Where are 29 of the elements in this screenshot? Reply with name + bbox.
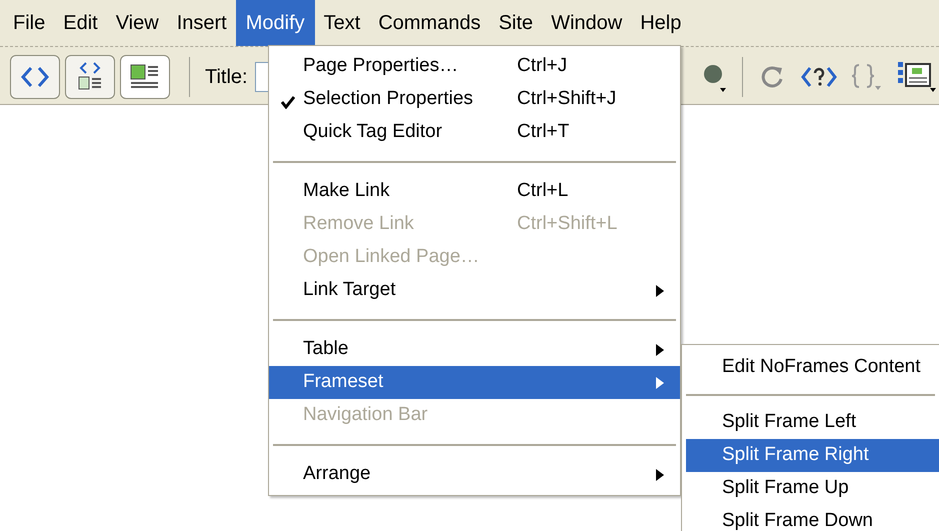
- menu-item[interactable]: Quick Tag Editor Ctrl+T: [269, 116, 680, 149]
- submenu-item[interactable]: Split Frame Right: [686, 439, 939, 472]
- menu-bar-item[interactable]: View: [106, 0, 168, 46]
- split-view-button[interactable]: [65, 54, 115, 98]
- menu-item[interactable]: Page Properties… Ctrl+J: [269, 50, 680, 83]
- menu-bar-item[interactable]: Edit: [54, 0, 107, 46]
- menu-item[interactable]: Link Target: [269, 274, 680, 307]
- menu-item[interactable]: Arrange: [269, 458, 680, 491]
- submenu-item[interactable]: Split Frame Left: [686, 406, 939, 439]
- menu-item[interactable]: Frameset: [269, 366, 680, 399]
- menu-bar-item[interactable]: Help: [631, 0, 690, 46]
- title-label: Title:: [205, 64, 248, 90]
- menu-item[interactable]: Make Link Ctrl+L: [269, 175, 680, 208]
- code-tags-icon: [20, 64, 50, 88]
- submenu-item[interactable]: Edit NoFrames Content: [686, 351, 939, 384]
- table-layout-dropdown-icon[interactable]: [897, 60, 937, 94]
- menu-item[interactable]: Table: [269, 333, 680, 366]
- menu-bar-item[interactable]: Site: [490, 0, 542, 46]
- menu-bar-item[interactable]: Window: [542, 0, 632, 46]
- menu-bar-item[interactable]: Modify: [236, 0, 315, 46]
- menu-bar-item[interactable]: Insert: [168, 0, 236, 46]
- design-view-button[interactable]: [120, 54, 170, 98]
- submenu-item[interactable]: Split Frame Up: [686, 472, 939, 505]
- menu-bar-item[interactable]: Commands: [369, 0, 490, 46]
- menu-bar-item[interactable]: File: [4, 0, 54, 46]
- code-view-button[interactable]: [10, 54, 60, 98]
- menu-item[interactable]: Selection Properties Ctrl+Shift+J: [269, 83, 680, 116]
- submenu-item[interactable]: Split Frame Down: [686, 505, 939, 531]
- menu-bar-item[interactable]: Text: [314, 0, 370, 46]
